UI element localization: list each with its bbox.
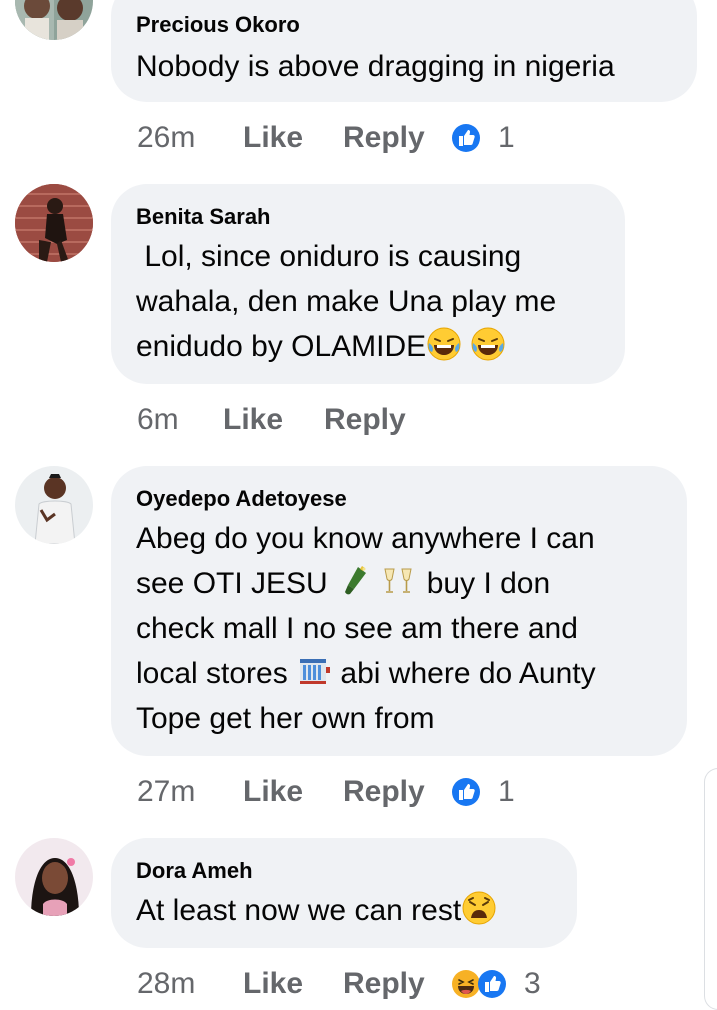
comment-text-line: Lol, since oniduro is causing <box>136 240 522 273</box>
like-reaction-icon[interactable] <box>451 777 481 807</box>
comment-text-line-with-emoji: see OTI JESU buy I don <box>136 561 596 606</box>
comment-timestamp: 28m <box>137 967 196 1000</box>
comment-timestamp: 27m <box>137 775 196 808</box>
laughing-tears-emoji <box>470 326 506 362</box>
comment-text-line: see OTI JESU <box>136 567 328 600</box>
avatar[interactable] <box>15 0 93 40</box>
reply-button[interactable]: Reply <box>343 772 425 812</box>
like-button[interactable]: Like <box>243 772 303 812</box>
comment-author[interactable]: Dora Ameh <box>136 858 253 884</box>
reply-button[interactable]: Reply <box>324 400 406 440</box>
comment-bubble: Oyedepo Adetoyese Abeg do you know anywh… <box>111 466 687 756</box>
like-button[interactable]: Like <box>243 118 303 158</box>
comment-text: Abeg do you know anywhere I can see OTI … <box>136 516 596 741</box>
comment-text-line: Abeg do you know anywhere I can <box>136 522 595 555</box>
comment-bubble: Precious Okoro Nobody is above dragging … <box>111 0 697 102</box>
side-panel-edge <box>704 768 717 1010</box>
comment-timestamp: 6m <box>137 403 179 436</box>
avatar[interactable] <box>15 838 93 916</box>
comment-text-line-with-emoji: local stores abi where do Aunty <box>136 651 596 696</box>
comment-timestamp: 26m <box>137 121 196 154</box>
comment-text-line: check mall I no see am there and <box>136 612 578 645</box>
clinking-glasses-emoji <box>380 563 416 599</box>
reaction-count[interactable]: 1 <box>498 118 515 158</box>
comment-text: Nobody is above dragging in nigeria <box>136 44 615 89</box>
like-button[interactable]: Like <box>223 400 283 440</box>
avatar[interactable] <box>15 466 93 544</box>
comment-text-line-with-emoji: enidudo by OLAMIDE <box>136 324 556 369</box>
comment-text-line: wahala, den make Una play me <box>136 285 557 318</box>
comment-text: At least now we can rest <box>136 888 497 933</box>
comment-text-line: At least now we can rest <box>136 894 462 927</box>
reaction-count[interactable]: 3 <box>524 964 541 1004</box>
comment-bubble: Benita Sarah Lol, since oniduro is causi… <box>111 184 625 384</box>
comment-actions: 28m Like Reply 3 <box>137 964 587 1004</box>
reaction-count[interactable]: 1 <box>498 772 515 812</box>
weary-face-emoji <box>461 890 497 926</box>
comment-bubble: Dora Ameh At least now we can rest <box>111 838 577 948</box>
comment-text: Lol, since oniduro is causing wahala, de… <box>136 234 556 369</box>
reply-button[interactable]: Reply <box>343 964 425 1004</box>
comment-author[interactable]: Precious Okoro <box>136 12 300 38</box>
like-reaction-icon[interactable] <box>451 123 481 153</box>
comment-text-line: enidudo by OLAMIDE <box>136 330 427 363</box>
comment-text-line: Nobody is above dragging in nigeria <box>136 50 615 83</box>
laughing-tears-emoji <box>426 326 462 362</box>
comment-actions: 26m Like Reply 1 <box>137 118 537 158</box>
comment-actions: 6m Like Reply <box>137 400 537 440</box>
comment-text-line: local stores <box>136 657 288 690</box>
comment-actions: 27m Like Reply 1 <box>137 772 537 812</box>
comment-text-line: Tope get her own from <box>136 702 435 735</box>
comment-author[interactable]: Oyedepo Adetoyese <box>136 486 347 512</box>
champagne-emoji <box>336 563 372 599</box>
comment-text-line: buy I don <box>426 567 551 600</box>
comment-author[interactable]: Benita Sarah <box>136 204 271 230</box>
department-store-emoji <box>296 653 332 689</box>
avatar[interactable] <box>15 184 93 262</box>
comment-text-line: abi where do Aunty <box>340 657 596 690</box>
reply-button[interactable]: Reply <box>343 118 425 158</box>
like-button[interactable]: Like <box>243 964 303 1004</box>
like-reaction-icon[interactable] <box>477 969 507 999</box>
